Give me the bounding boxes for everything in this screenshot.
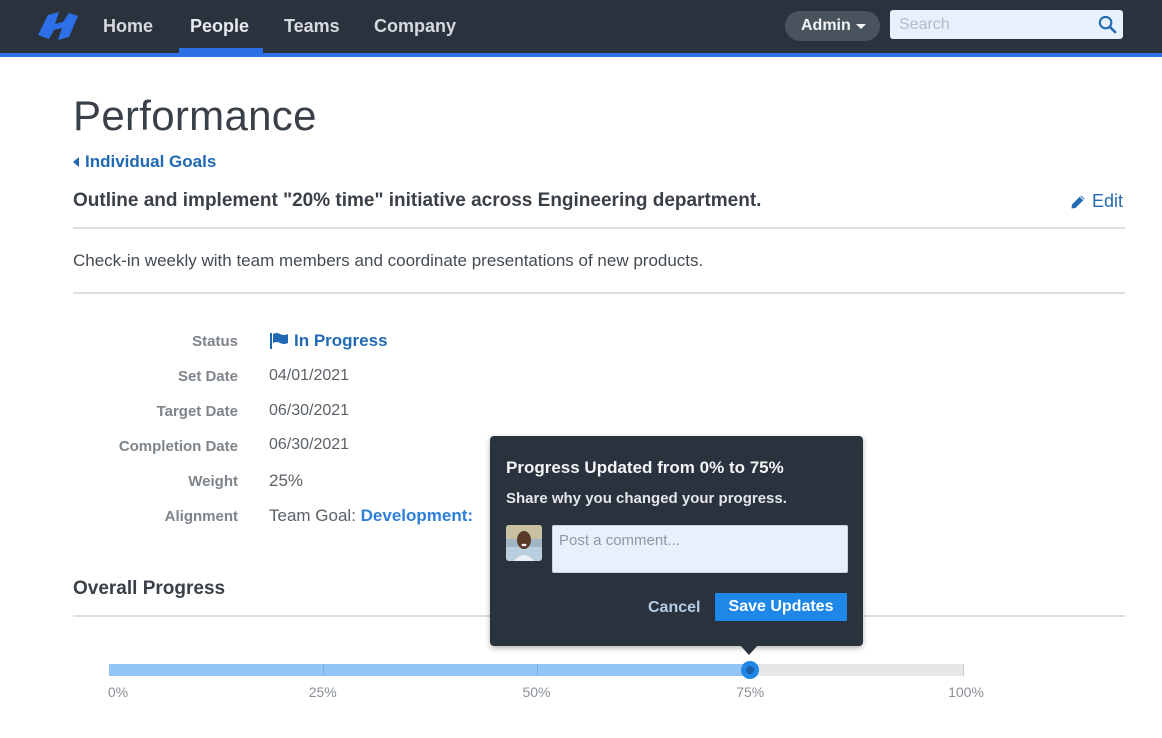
progress-slider[interactable] (109, 661, 964, 679)
navbar-accent-bar (0, 53, 1162, 57)
edit-button[interactable]: Edit (1070, 191, 1123, 212)
overall-progress-title: Overall Progress (73, 578, 226, 599)
progress-slider-handle[interactable] (741, 661, 760, 679)
goal-description: Check-in weekly with team members and co… (73, 251, 704, 270)
target-date-value: 06/30/2021 (269, 402, 350, 419)
breadcrumb-label: Individual Goals (85, 152, 217, 171)
completion-date-value: 06/30/2021 (269, 436, 350, 453)
slider-tick (322, 664, 324, 676)
nav-teams[interactable]: Teams (284, 0, 340, 53)
weight-label: Weight (188, 473, 238, 490)
search-box (890, 10, 1123, 39)
progress-fill (109, 664, 751, 676)
alignment-label: Alignment (164, 508, 238, 525)
completion-date-label: Completion Date (118, 438, 238, 455)
target-date-label: Target Date (156, 403, 238, 420)
set-date-value: 04/01/2021 (269, 367, 350, 384)
breadcrumb-individual-goals[interactable]: Individual Goals (73, 152, 216, 172)
goal-title: Outline and implement "20% time" initiat… (73, 190, 762, 211)
admin-dropdown-button[interactable]: Admin (785, 11, 880, 41)
user-avatar (506, 525, 542, 561)
popover-arrow (740, 645, 758, 655)
nav-home[interactable]: Home (103, 0, 153, 53)
slider-tick-label: 100% (948, 684, 984, 700)
set-date-label: Set Date (177, 368, 238, 385)
progress-update-popover: Progress Updated from 0% to 75% Share wh… (490, 436, 863, 646)
nav-people[interactable]: People (190, 0, 249, 53)
search-icon[interactable] (1098, 15, 1117, 34)
popover-title: Progress Updated from 0% to 75% (506, 458, 784, 477)
cancel-button[interactable]: Cancel (648, 599, 700, 617)
status-value[interactable]: In Progress (269, 331, 388, 351)
pencil-icon (1071, 195, 1085, 208)
admin-label: Admin (801, 17, 851, 34)
comment-input[interactable] (552, 525, 848, 573)
flag-icon (270, 333, 288, 349)
slider-tick (963, 664, 964, 676)
slider-tick (536, 664, 538, 676)
slider-tick-label: 25% (308, 684, 337, 700)
alignment-link[interactable]: Development: (361, 506, 473, 525)
edit-label: Edit (1092, 191, 1124, 211)
caret-down-icon (856, 24, 866, 29)
status-text: In Progress (294, 331, 388, 350)
page-title: Performance (73, 92, 317, 139)
status-label: Status (192, 333, 238, 350)
divider (73, 292, 1125, 294)
alignment-prefix: Team Goal: (269, 506, 361, 525)
nav-company[interactable]: Company (374, 0, 456, 53)
alignment-value: Team Goal: Development: (269, 506, 473, 526)
slider-tick-label: 50% (522, 684, 551, 700)
slider-tick-label: 75% (736, 684, 765, 700)
brand-logo-icon[interactable] (36, 7, 78, 43)
save-updates-button[interactable]: Save Updates (715, 593, 847, 621)
caret-left-icon (73, 157, 79, 167)
search-input[interactable] (890, 10, 1090, 39)
top-navbar: Home People Teams Company Admin (0, 0, 1162, 54)
slider-tick-label: 0% (107, 684, 129, 700)
weight-value: 25% (269, 471, 304, 490)
divider (73, 227, 1125, 229)
popover-subtitle: Share why you changed your progress. (506, 490, 787, 507)
